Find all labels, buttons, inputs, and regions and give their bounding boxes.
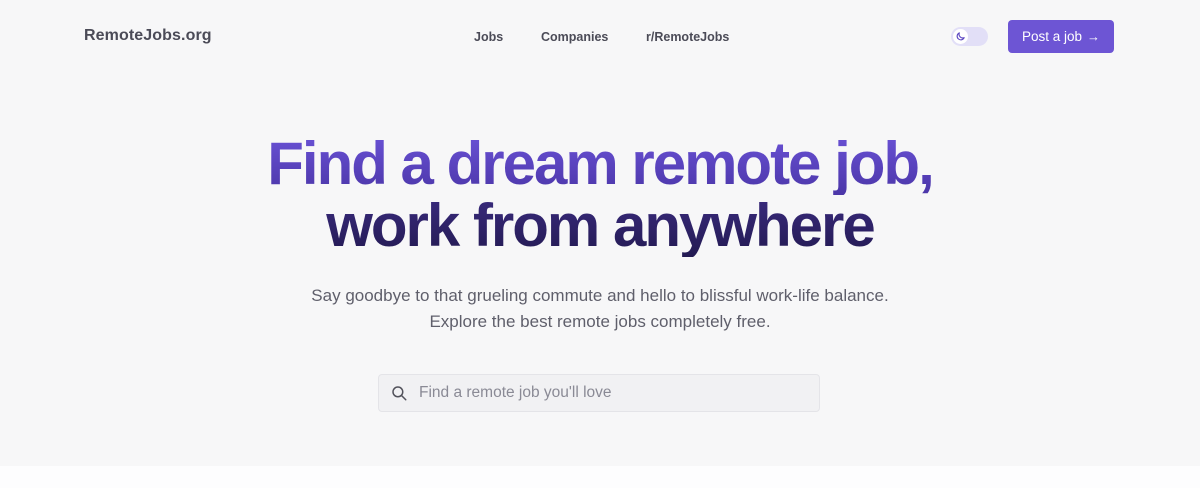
hero-subtitle-line-2: Explore the best remote jobs completely … (429, 312, 771, 331)
search-icon (390, 384, 408, 402)
nav-link-jobs[interactable]: Jobs (474, 30, 503, 44)
nav-link-reddit[interactable]: r/RemoteJobs (646, 30, 729, 44)
hero-title-line-2: work from anywhere (0, 195, 1200, 257)
page: RemoteJobs.org Jobs Companies r/RemoteJo… (0, 0, 1200, 488)
theme-toggle[interactable] (951, 27, 988, 46)
content-section-top (0, 466, 1200, 488)
nav-link-companies[interactable]: Companies (541, 30, 608, 44)
moon-icon (953, 29, 968, 44)
hero-subtitle-line-1: Say goodbye to that grueling commute and… (311, 286, 889, 305)
post-job-button[interactable]: Post a job → (1008, 20, 1114, 53)
site-header: RemoteJobs.org Jobs Companies r/RemoteJo… (0, 0, 1200, 74)
arrow-right-icon: → (1087, 29, 1101, 44)
job-search-box (378, 374, 820, 412)
post-job-label: Post a job (1021, 29, 1083, 44)
hero-title-line-1: Find a dream remote job, (0, 133, 1200, 195)
job-search-input[interactable] (419, 375, 819, 411)
